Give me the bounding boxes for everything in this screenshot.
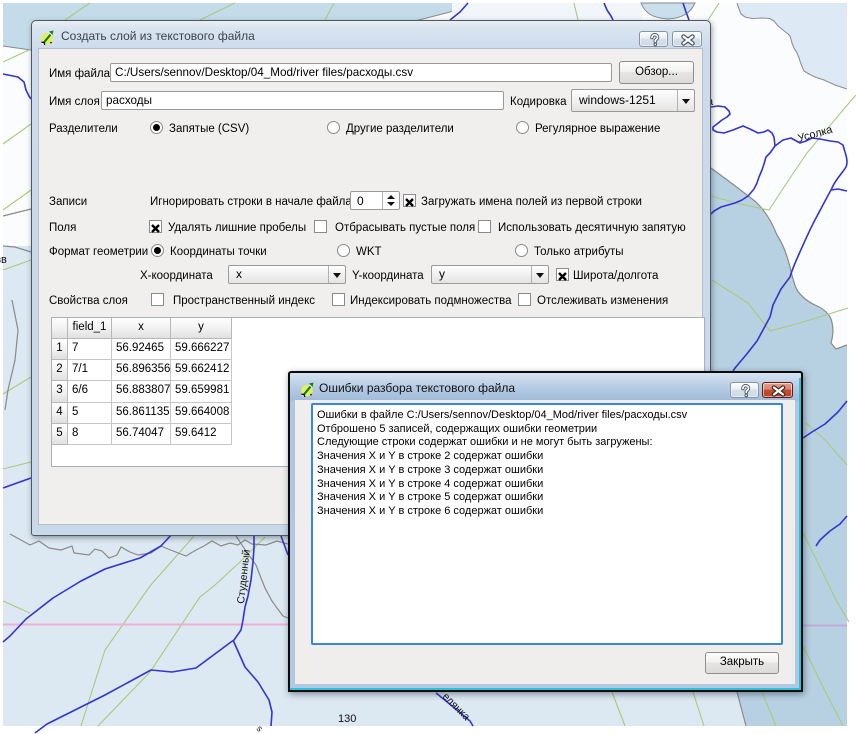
svg-text:130: 130	[338, 713, 356, 725]
svg-text:зв: зв	[0, 254, 7, 266]
